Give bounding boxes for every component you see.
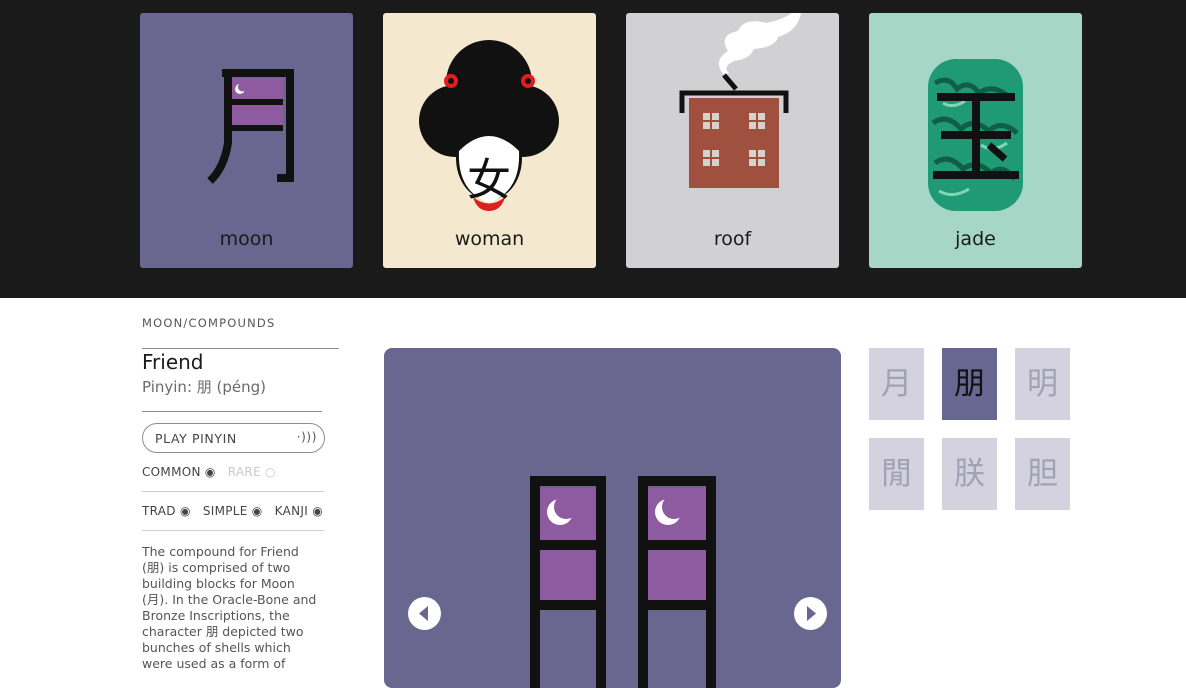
breadcrumb[interactable]: MOON/COMPOUNDS <box>142 316 275 330</box>
kanji-option[interactable]: KANJI ◉ <box>275 504 323 518</box>
card-label: woman <box>454 228 525 250</box>
page-title: Friend <box>142 350 204 374</box>
card-roof[interactable]: roof <box>626 13 839 268</box>
card-label: moon <box>219 228 274 250</box>
pinyin-text: Pinyin: 朋 (péng) <box>142 378 267 396</box>
right-moon-glyph <box>638 476 716 688</box>
frequency-options: COMMON ◉ RARE ○ <box>142 465 284 479</box>
divider <box>142 348 339 349</box>
card-woman[interactable]: 女 woman <box>383 13 596 268</box>
card-moon[interactable]: moon <box>140 13 353 268</box>
card-label: roof <box>713 228 752 250</box>
chevron-left-icon <box>419 606 428 621</box>
common-option[interactable]: COMMON ◉ <box>142 465 216 479</box>
card-jade[interactable]: jade <box>869 13 1082 268</box>
simple-option[interactable]: SIMPLE ◉ <box>203 504 263 518</box>
compound-tile[interactable]: 明 <box>1015 348 1070 420</box>
friend-illustration <box>530 476 716 688</box>
compound-tile[interactable]: 月 <box>869 348 924 420</box>
compound-tile[interactable]: 朕 <box>942 438 997 510</box>
play-pinyin-button[interactable]: PLAY PINYIN ·))) <box>142 423 325 453</box>
top-character-strip: moon 女 woman roof jade <box>0 0 1186 298</box>
card-label: jade <box>955 228 996 250</box>
sound-icon: ·))) <box>296 430 317 444</box>
trad-option[interactable]: TRAD ◉ <box>142 504 191 518</box>
description-text: The compound for Friend (朋) is comprised… <box>142 544 317 671</box>
previous-arrow-button[interactable] <box>408 597 441 630</box>
chevron-right-icon <box>807 606 816 621</box>
script-options: TRAD ◉ SIMPLE ◉ KANJI ◉ <box>142 504 331 518</box>
divider <box>142 411 322 412</box>
compound-tile[interactable]: 閒 <box>869 438 924 510</box>
left-moon-glyph <box>530 476 606 688</box>
compound-tile-selected[interactable]: 朋 <box>942 348 997 420</box>
divider <box>142 491 324 492</box>
next-arrow-button[interactable] <box>794 597 827 630</box>
divider <box>142 530 324 531</box>
rare-option[interactable]: RARE ○ <box>228 465 276 479</box>
play-pinyin-label: PLAY PINYIN <box>155 431 237 446</box>
svg-text:女: 女 <box>467 155 511 206</box>
compound-tile[interactable]: 胆 <box>1015 438 1070 510</box>
main-character-card <box>384 348 841 688</box>
